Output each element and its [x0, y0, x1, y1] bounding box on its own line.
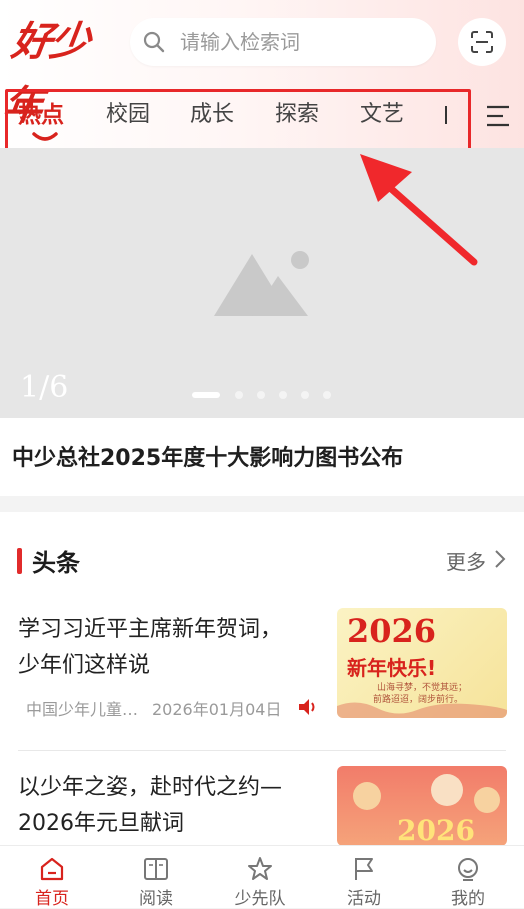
tab-activities[interactable]: 活动 [312, 846, 416, 909]
star-icon [248, 857, 272, 880]
news-title[interactable]: 学习习近平主席新年贺词， 少年们这样说 [18, 612, 318, 684]
section-accent-bar [17, 548, 22, 574]
banner-headline-card[interactable]: 中少总社2025年度十大影响力图书公布 [0, 418, 524, 496]
news-thumbnail[interactable]: 2026 [337, 766, 507, 846]
carousel-dot[interactable] [279, 391, 287, 399]
search-input[interactable]: 请输入检索词 [180, 18, 300, 66]
more-link[interactable]: 更多 [446, 546, 486, 575]
carousel-dot[interactable] [235, 391, 243, 399]
news-item[interactable]: 以少年之姿，赴时代之约— 2026年元旦献词 2026 [18, 766, 508, 850]
app-logo: 好少年 [0, 18, 92, 129]
section-title: 头条 [32, 549, 80, 577]
bottom-tab-bar: 首页 阅读 少先队 活动 我的 [0, 845, 524, 909]
scan-icon [471, 31, 493, 53]
tab-mine[interactable]: 我的 [416, 846, 520, 909]
menu-icon[interactable] [485, 103, 511, 129]
tab-read[interactable]: 阅读 [104, 846, 208, 909]
scan-button[interactable] [458, 18, 506, 66]
tab-young-pioneers[interactable]: 少先队 [208, 846, 312, 909]
tab-home[interactable]: 首页 [0, 846, 104, 909]
home-icon [40, 857, 64, 881]
slide-counter: 1/6 [20, 370, 69, 405]
divider [18, 750, 506, 751]
news-title[interactable]: 以少年之姿，赴时代之约— 2026年元旦献词 [18, 770, 318, 842]
image-placeholder-icon [214, 251, 309, 316]
banner-headline[interactable]: 中少总社2025年度十大影响力图书公布 [12, 440, 403, 472]
news-thumbnail[interactable]: 2026 新年快乐! 山海寻梦，不觉其远； 前路迢迢，阔步前行。 [337, 608, 507, 718]
chevron-right-icon[interactable] [494, 549, 506, 569]
search-bar[interactable]: 请输入检索词 [130, 18, 436, 66]
annotation-arrow [360, 154, 478, 266]
news-source: 中国少年儿童… [26, 700, 139, 719]
news-date: 2026年01月04日 [152, 700, 282, 719]
search-icon [143, 31, 165, 53]
user-icon [458, 858, 478, 881]
carousel-dot-active[interactable] [192, 392, 220, 398]
flag-icon [355, 858, 373, 880]
carousel-dot[interactable] [323, 391, 331, 399]
carousel-dot[interactable] [257, 391, 265, 399]
news-item[interactable]: 学习习近平主席新年贺词， 少年们这样说 中国少年儿童… 2026年01月04日 … [18, 608, 508, 722]
speaker-icon[interactable] [298, 698, 318, 716]
tabs-highlight-box [5, 89, 471, 153]
carousel-dot[interactable] [301, 391, 309, 399]
book-icon [144, 858, 168, 880]
